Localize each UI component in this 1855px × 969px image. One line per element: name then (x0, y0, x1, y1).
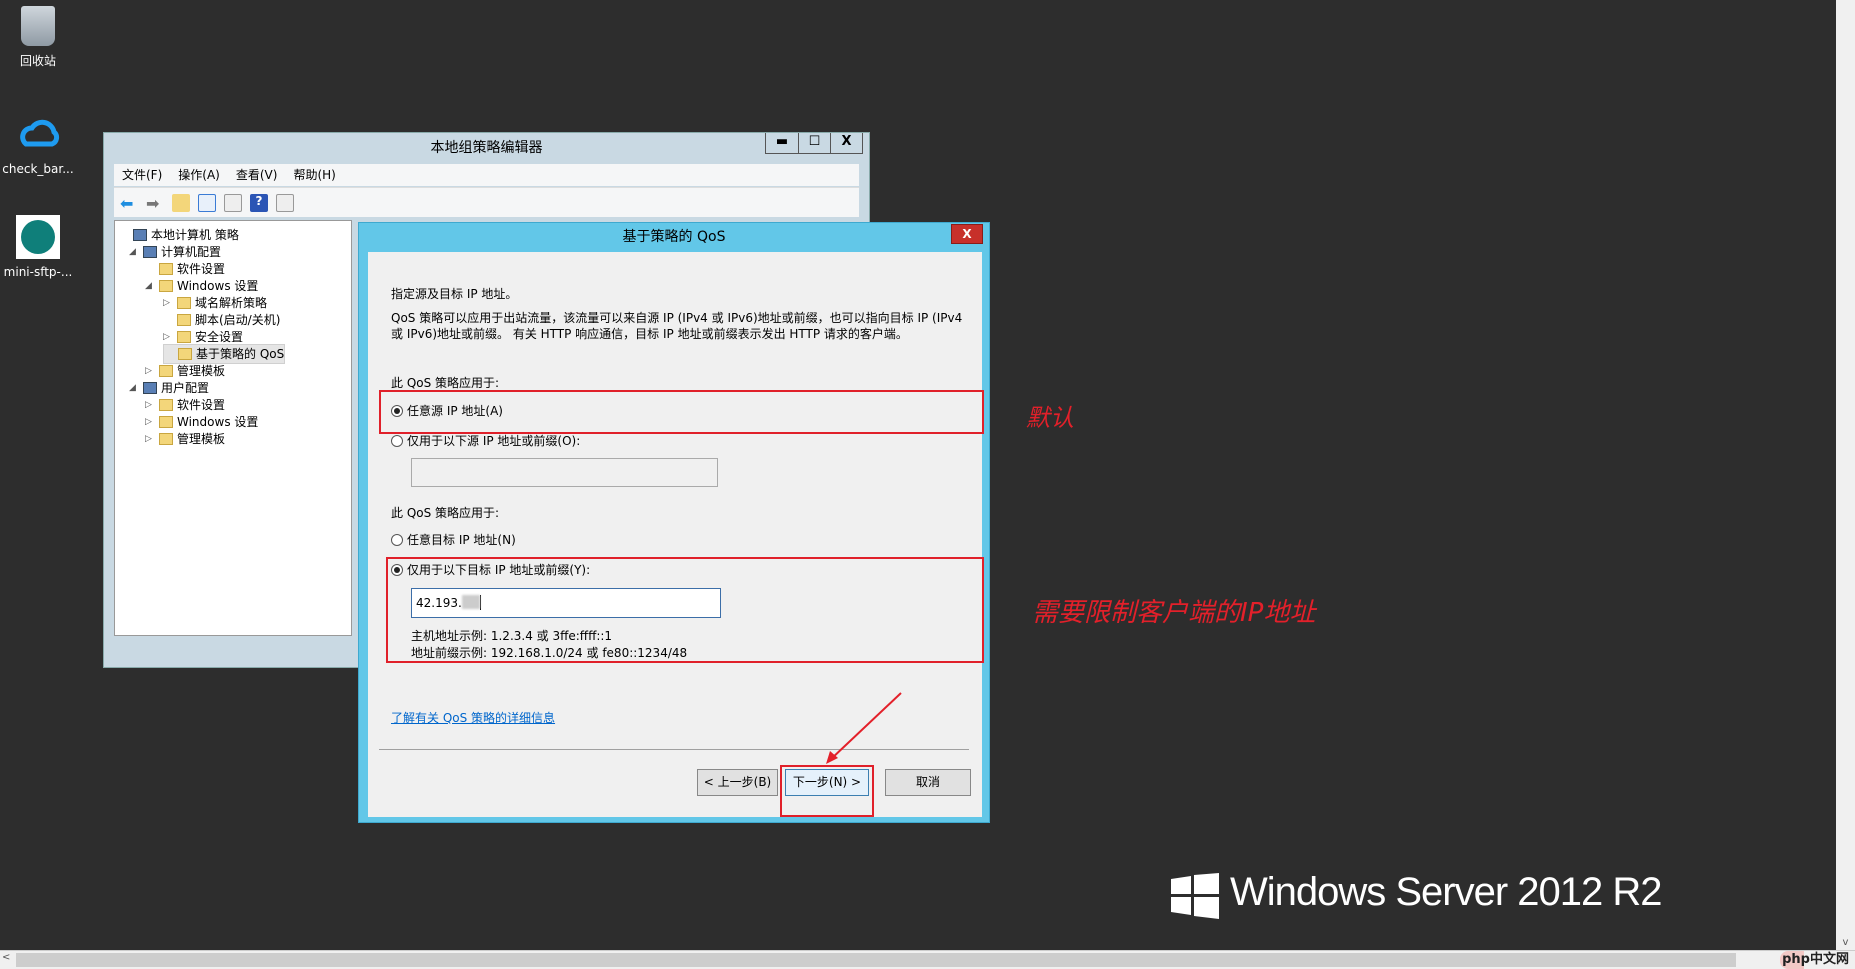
cloud-icon (16, 112, 60, 156)
windows-logo-icon (1171, 873, 1219, 919)
watermark: php中文网 (1780, 951, 1851, 969)
annotation-arrow (826, 692, 902, 764)
qos-info-link[interactable]: 了解有关 QoS 策略的详细信息 (391, 709, 555, 726)
menu-help[interactable]: 帮助(H) (293, 164, 335, 186)
windows-server-branding: Windows Server 2012 R2 (1230, 870, 1663, 914)
show-hide-tree-icon[interactable] (198, 193, 216, 212)
tree-item-label: 管理模板 (177, 432, 226, 446)
dialog-heading: 指定源及目标 IP 地址。 (391, 287, 518, 301)
menu-bar: 文件(F) 操作(A) 查看(V) 帮助(H) (114, 164, 859, 186)
policy-icon (143, 382, 157, 394)
minimize-button[interactable]: ▬ (766, 133, 798, 153)
mini-sftp-icon (16, 215, 60, 259)
up-folder-icon[interactable] (172, 193, 190, 212)
close-button[interactable]: X (830, 133, 862, 153)
annotation-default: 默认 (1026, 404, 1074, 432)
radio-button[interactable] (391, 534, 403, 546)
folder-icon (177, 314, 191, 326)
vertical-scrollbar[interactable]: v (1836, 0, 1855, 950)
show-action-pane-icon[interactable] (276, 193, 294, 212)
desktop-icon-label: 回收站 (19, 54, 56, 68)
source-label: 此 QoS 策略应用于: (391, 376, 500, 390)
destination-label: 此 QoS 策略应用于: (391, 506, 500, 520)
folder-icon (159, 365, 173, 377)
cancel-button[interactable]: 取消 (885, 769, 971, 796)
expand-arrow-icon[interactable]: ◢ (129, 378, 139, 398)
folder-icon (177, 297, 191, 309)
window-title: 本地组策略编辑器 (430, 140, 543, 156)
desktop-icon-label: check_bar... (2, 162, 74, 176)
desktop-icon-mini-sftp[interactable]: mini-sftp-... (0, 215, 78, 279)
policy-tree: 本地计算机 策略 ◢ 计算机配置 软件设置 ◢ Windows 设置 ▷ 域名解析策略 脚本(启… (114, 220, 352, 636)
radio-label: 任意目标 IP 地址(N) (407, 533, 516, 547)
description-line-2: 或 IPv6)地址或前缀。 有关 HTTP 响应通信，目标 IP 地址或前缀表示… (391, 327, 908, 341)
maximize-button[interactable]: ☐ (798, 133, 830, 153)
folder-icon (177, 331, 191, 343)
policy-icon (143, 246, 157, 258)
expand-arrow-icon[interactable]: ▷ (145, 429, 155, 449)
dialog-title: 基于策略的 QoS (622, 229, 726, 245)
scroll-down-icon[interactable]: v (1836, 937, 1855, 948)
scrollbar-thumb[interactable] (16, 953, 1736, 967)
expand-arrow-icon[interactable]: ◢ (129, 242, 139, 262)
folder-icon (159, 399, 173, 411)
horizontal-scrollbar[interactable]: < php中文网 (0, 950, 1855, 969)
desktop-icon-label: mini-sftp-... (3, 265, 73, 279)
forward-icon[interactable]: ➡ (146, 194, 164, 213)
desktop-icon-recycle-bin[interactable]: 回收站 (0, 6, 78, 69)
radio-any-destination[interactable]: 任意目标 IP 地址(N) (391, 531, 516, 548)
folder-icon (159, 263, 173, 275)
export-list-icon[interactable] (224, 193, 242, 212)
help-icon[interactable]: ? (250, 193, 268, 212)
tree-item[interactable]: ▷ 管理模板 (145, 429, 225, 449)
menu-action[interactable]: 操作(A) (178, 164, 220, 186)
folder-icon (159, 280, 173, 292)
highlight-box-next (780, 765, 874, 817)
folder-icon (178, 348, 192, 360)
radio-only-source[interactable]: 仅用于以下源 IP 地址或前缀(O): (391, 432, 580, 449)
highlight-box-default (379, 390, 984, 434)
menu-file[interactable]: 文件(F) (122, 164, 162, 186)
back-icon[interactable]: ⬅ (120, 194, 138, 213)
radio-label: 仅用于以下源 IP 地址或前缀(O): (407, 434, 581, 448)
menu-view[interactable]: 查看(V) (236, 164, 278, 186)
radio-button[interactable] (391, 435, 403, 447)
recycle-bin-icon (21, 6, 55, 46)
dialog-close-button[interactable]: X (951, 224, 983, 244)
annotation-restrict-ip: 需要限制客户端的IP地址 (1032, 598, 1316, 628)
description-line-1: QoS 策略可以应用于出站流量，该流量可以来自源 IP (IPv4 或 IPv6… (391, 311, 963, 325)
source-ip-input[interactable] (411, 458, 718, 487)
folder-icon (159, 416, 173, 428)
expand-arrow-icon[interactable]: ◢ (145, 276, 155, 296)
desktop-icon-check-bar[interactable]: check_bar... (0, 112, 78, 176)
back-button[interactable]: < 上一步(B) (697, 769, 778, 796)
folder-icon (159, 433, 173, 445)
scroll-left-icon[interactable]: < (2, 952, 10, 963)
toolbar: ⬅ ➡ ? (114, 187, 859, 217)
highlight-box-destination (386, 557, 984, 663)
policy-icon (133, 229, 147, 241)
